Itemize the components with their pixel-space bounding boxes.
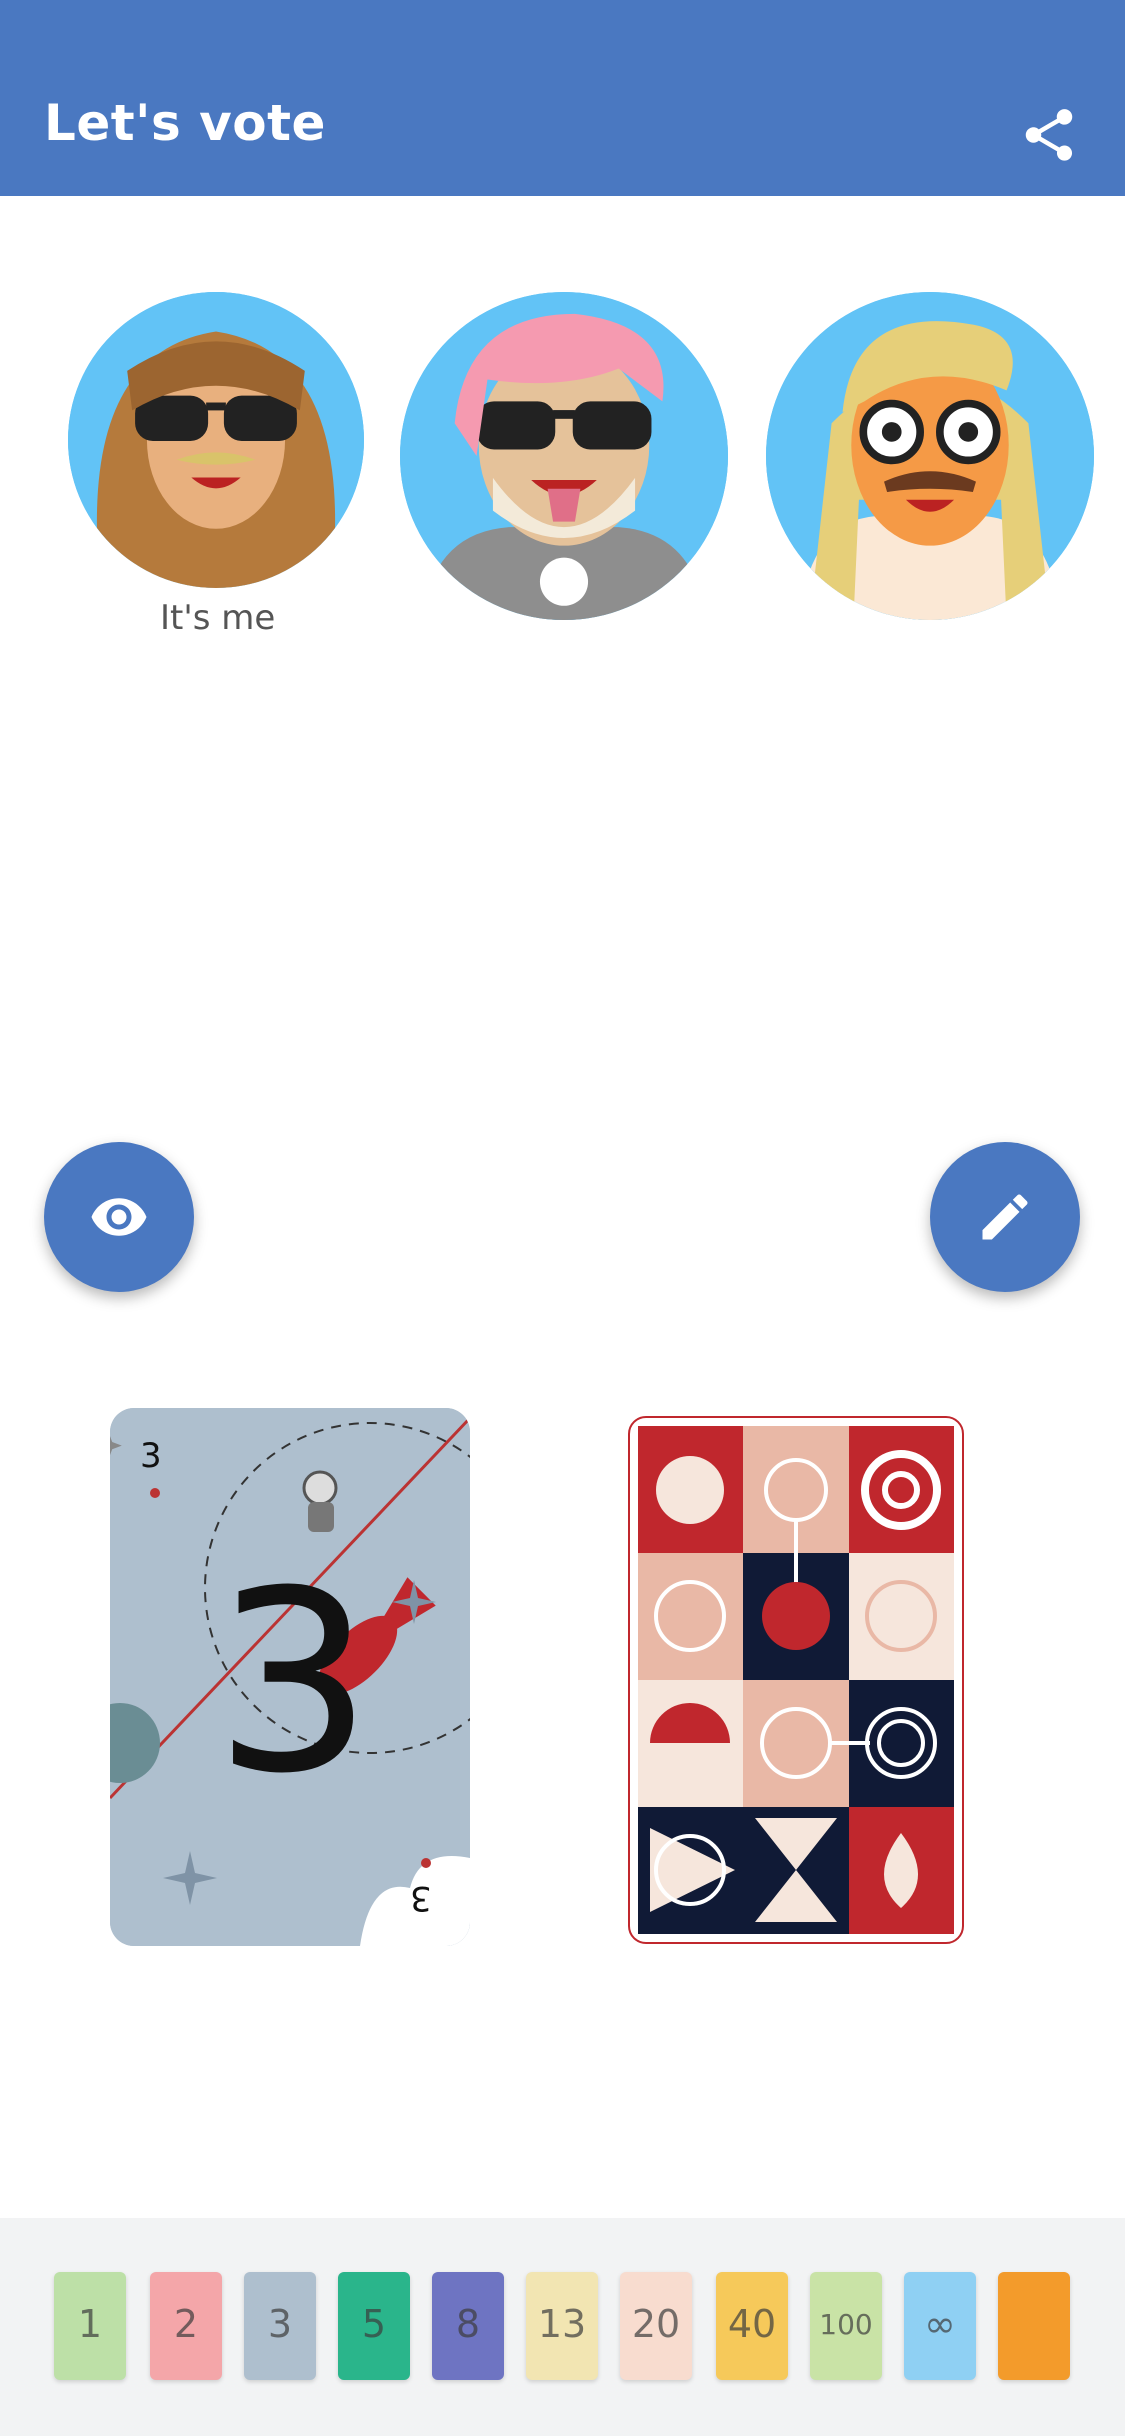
card-value-large: 3 <box>214 1537 374 1828</box>
self-label: It's me <box>160 598 276 638</box>
page-title: Let's vote <box>44 94 326 152</box>
avatar-illustration <box>400 292 728 620</box>
hand-card[interactable]: 2 <box>150 2272 222 2380</box>
edit-button[interactable] <box>930 1142 1080 1292</box>
hand-card[interactable]: ∞ <box>904 2272 976 2380</box>
hand-card[interactable]: 1 <box>54 2272 126 2380</box>
hand-card[interactable]: 8 <box>432 2272 504 2380</box>
face-down-card <box>628 1416 964 1944</box>
card-back-pattern <box>638 1426 954 1934</box>
avatar-player-2[interactable] <box>400 292 728 620</box>
reveal-button[interactable] <box>44 1142 194 1292</box>
played-card: 3 3 3 <box>110 1408 470 1946</box>
avatar-illustration <box>766 292 1094 620</box>
hand-card[interactable]: 5 <box>338 2272 410 2380</box>
pencil-icon <box>982 1194 1028 1240</box>
hand-card[interactable] <box>998 2272 1070 2380</box>
hand-card[interactable]: 20 <box>620 2272 692 2380</box>
share-icon <box>1025 109 1073 161</box>
avatar-self[interactable] <box>68 292 364 588</box>
eye-icon <box>91 1198 147 1236</box>
share-button[interactable] <box>1010 96 1088 174</box>
avatar-illustration <box>68 292 364 588</box>
hand-card[interactable]: 40 <box>716 2272 788 2380</box>
hand-card[interactable]: 100 <box>810 2272 882 2380</box>
card-value-corner-inverted: 3 <box>410 1878 432 1918</box>
avatar-player-3[interactable] <box>766 292 1094 620</box>
hand-card[interactable]: 3 <box>244 2272 316 2380</box>
hand-card[interactable]: 13 <box>526 2272 598 2380</box>
card-value-corner: 3 <box>140 1436 162 1476</box>
app-bar: Let's vote <box>0 0 1125 196</box>
